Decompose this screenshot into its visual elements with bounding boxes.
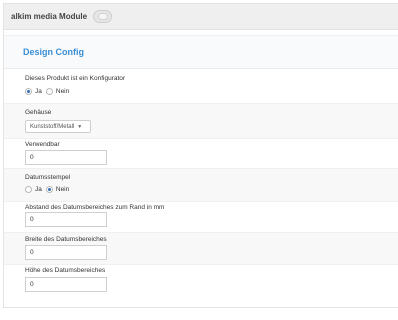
konfigurator-radio-ja-label: Ja [35,88,42,95]
datumsstempel-radio-nein-label: Nein [55,186,70,193]
module-panel: alkim media Module Design Config Dieses … [3,3,398,308]
module-header: alkim media Module [4,4,398,30]
datumsstempel-label: Datumsstempel [25,174,71,181]
toggle-knob [97,13,108,20]
konfigurator-radio-group: Ja Nein [25,88,73,95]
abstand-input[interactable]: 0 [25,212,107,227]
section-title: Design Config [23,47,84,57]
konfigurator-radio-ja[interactable] [25,88,32,95]
verwendbar-input-value: 0 [30,154,34,161]
gehaeuse-select[interactable]: Kunststoff/Metall ▼ [25,120,91,133]
datumsstempel-radio-nein[interactable] [45,186,53,193]
hoehe-input-value: 0 [30,281,34,288]
gehaeuse-select-value: Kunststoff/Metall [30,123,75,130]
abstand-label: Abstand des Datumsbereiches zum Rand in … [25,204,165,211]
hoehe-row: Höhe des Datumsbereiches 0 [4,265,398,299]
abstand-row: Abstand des Datumsbereiches zum Rand in … [4,202,398,234]
module-title: alkim media Module [11,12,88,21]
breite-row: Breite des Datumsbereiches 0 [4,232,398,265]
konfigurator-radio-nein[interactable] [45,88,53,95]
datumsstempel-row: Datumsstempel Ja Nein [4,168,398,202]
hoehe-label: Höhe des Datumsbereiches [25,267,106,274]
module-toggle-switch[interactable] [93,10,113,23]
konfigurator-label: Dieses Produkt ist ein Konfigurator [25,75,126,82]
hoehe-input[interactable]: 0 [25,277,107,292]
datumsstempel-radio-group: Ja Nein [25,186,73,193]
gehaeuse-row: Gehäuse Kunststoff/Metall ▼ [4,103,398,139]
breite-input-value: 0 [30,249,34,256]
verwendbar-row: Verwendbar 0 [4,139,398,171]
section-header: Design Config [4,35,398,69]
konfigurator-row: Dieses Produkt ist ein Konfigurator Ja N… [4,69,398,105]
breite-input[interactable]: 0 [25,245,107,260]
breite-label: Breite des Datumsbereiches [25,236,107,243]
abstand-input-value: 0 [30,216,34,223]
chevron-down-icon: ▼ [77,123,83,130]
verwendbar-input[interactable]: 0 [25,150,107,165]
gehaeuse-label: Gehäuse [25,109,52,116]
konfigurator-radio-nein-label: Nein [55,88,70,95]
verwendbar-label: Verwendbar [25,141,60,148]
datumsstempel-radio-ja[interactable] [25,186,32,193]
datumsstempel-radio-ja-label: Ja [35,186,42,193]
